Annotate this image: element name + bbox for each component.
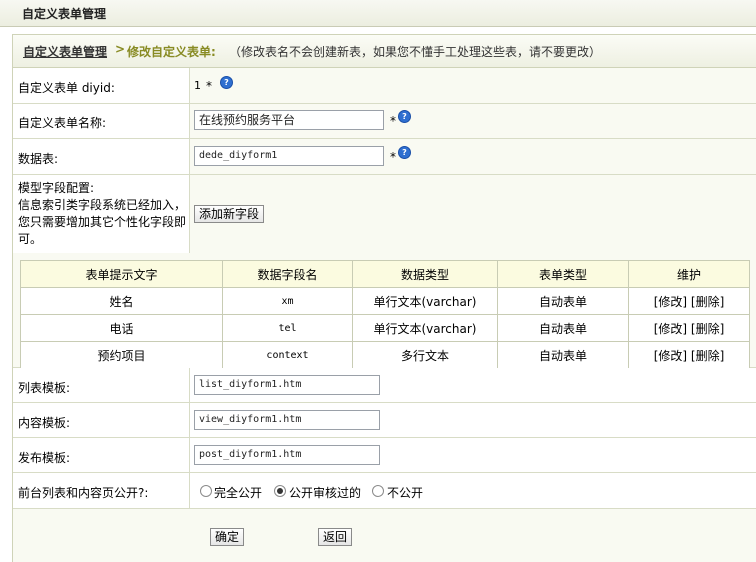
required-mark: * [390, 114, 396, 128]
col-header-field-name: 数据字段名 [222, 260, 353, 288]
form-actions-bar: 确定 返回 [13, 509, 756, 562]
post-template-row: 发布模板: post_diyform1.htm [13, 438, 756, 473]
view-template-input[interactable]: view_diyform1.htm [194, 410, 380, 430]
data-table-row: 数据表: dede_diyform1 * ? [13, 139, 756, 175]
breadcrumb-current: 修改自定义表单: [127, 45, 216, 59]
form-name-label: 自定义表单名称: [18, 116, 107, 130]
cell-data-type: 多行文本 [352, 341, 498, 369]
page-title: 自定义表单管理 [22, 7, 107, 21]
diyid-row: 自定义表单 diyid: 1 * ? [13, 68, 756, 104]
cell-edit-delete-links[interactable]: [修改] [删除] [628, 341, 750, 369]
cell-form-type: 自动表单 [497, 341, 629, 369]
list-template-input[interactable]: list_diyform1.htm [194, 375, 380, 395]
cell-data-type: 单行文本(varchar) [352, 314, 498, 342]
col-header-prompt: 表单提示文字 [20, 260, 223, 288]
model-fields-hint-2: 您只需要增加其它个性化字段即 [18, 215, 187, 229]
col-header-data-type: 数据类型 [352, 260, 498, 288]
back-button[interactable]: 返回 [318, 528, 352, 546]
diyid-label: 自定义表单 diyid: [18, 81, 115, 95]
radio-public-approved-label: 公开审核过的 [289, 486, 362, 500]
view-template-label: 内容模板: [18, 416, 71, 430]
breadcrumb-note: （修改表名不会创建新表，如果您不懂手工处理这些表，请不要更改） [229, 45, 602, 59]
breadcrumb-root-link[interactable]: 自定义表单管理 [23, 43, 107, 60]
help-icon[interactable]: ? [220, 76, 233, 89]
cell-field-name: tel [222, 314, 353, 342]
radio-public-approved[interactable] [274, 485, 286, 497]
add-field-button[interactable]: 添加新字段 [194, 205, 264, 223]
model-fields-hint-1: 信息索引类字段系统已经加入， [18, 198, 187, 212]
list-template-row: 列表模板: list_diyform1.htm [13, 368, 756, 403]
radio-not-public[interactable] [372, 485, 384, 497]
table-row: 预约项目 context 多行文本 自动表单 [修改] [删除] [20, 341, 750, 369]
model-fields-label: 模型字段配置: [18, 181, 95, 195]
radio-fully-public[interactable] [200, 485, 212, 497]
main-panel: 自定义表单管理 > 修改自定义表单: （修改表名不会创建新表，如果您不懂手工处理… [12, 34, 756, 562]
post-template-input[interactable]: post_diyform1.htm [194, 445, 380, 465]
table-header-row: 表单提示文字 数据字段名 数据类型 表单类型 维护 [20, 260, 750, 288]
table-row: 姓名 xm 单行文本(varchar) 自动表单 [修改] [删除] [20, 287, 750, 315]
data-table-label: 数据表: [18, 152, 59, 166]
public-visibility-row: 前台列表和内容页公开?: 完全公开 公开审核过的 不公开 [13, 473, 756, 509]
cell-form-type: 自动表单 [497, 314, 629, 342]
breadcrumb: 自定义表单管理 > 修改自定义表单: （修改表名不会创建新表，如果您不懂手工处理… [13, 35, 756, 68]
cell-data-type: 单行文本(varchar) [352, 287, 498, 315]
cell-prompt: 姓名 [20, 287, 223, 315]
form-name-input[interactable]: 在线预约服务平台 [194, 110, 384, 130]
table-row: 电话 tel 单行文本(varchar) 自动表单 [修改] [删除] [20, 314, 750, 342]
radio-fully-public-label: 完全公开 [214, 486, 263, 500]
col-header-actions: 维护 [628, 260, 750, 288]
help-icon[interactable]: ? [398, 146, 411, 159]
col-header-form-type: 表单类型 [497, 260, 629, 288]
cell-edit-delete-links[interactable]: [修改] [删除] [628, 287, 750, 315]
cell-form-type: 自动表单 [497, 287, 629, 315]
ok-button[interactable]: 确定 [210, 528, 244, 546]
list-template-label: 列表模板: [18, 381, 71, 395]
help-icon[interactable]: ? [398, 110, 411, 123]
required-mark: * [206, 79, 212, 93]
required-mark: * [390, 150, 396, 164]
public-visibility-label: 前台列表和内容页公开?: [18, 486, 149, 500]
cell-edit-delete-links[interactable]: [修改] [删除] [628, 314, 750, 342]
data-table-input[interactable]: dede_diyform1 [194, 146, 384, 166]
cell-prompt: 电话 [20, 314, 223, 342]
diyid-value: 1 [194, 79, 201, 92]
top-header-bar: 自定义表单管理 [0, 0, 756, 27]
post-template-label: 发布模板: [18, 451, 71, 465]
cell-field-name: context [222, 341, 353, 369]
fields-table: 表单提示文字 数据字段名 数据类型 表单类型 维护 姓名 xm 单行文本(var… [20, 260, 750, 369]
breadcrumb-separator: > [115, 42, 126, 56]
model-fields-hint-3: 可。 [18, 232, 43, 246]
cell-field-name: xm [222, 287, 353, 315]
model-fields-row: 模型字段配置: 信息索引类字段系统已经加入， 您只需要增加其它个性化字段即 可。… [13, 175, 756, 253]
view-template-row: 内容模板: view_diyform1.htm [13, 403, 756, 438]
cell-prompt: 预约项目 [20, 341, 223, 369]
form-name-row: 自定义表单名称: 在线预约服务平台 * ? [13, 104, 756, 139]
radio-not-public-label: 不公开 [387, 486, 424, 500]
